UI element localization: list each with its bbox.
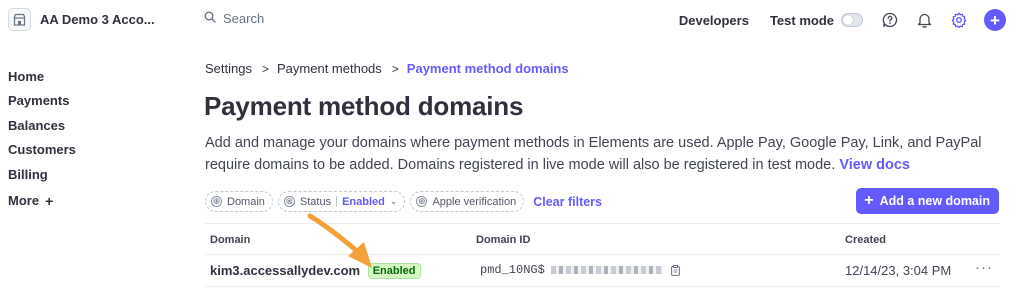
page-title: Payment method domains <box>204 91 524 121</box>
view-docs-link[interactable]: View docs <box>839 157 910 173</box>
column-header-domain-id[interactable]: Domain ID <box>476 234 530 246</box>
add-new-domain-label: Add a new domain <box>879 194 990 208</box>
more-actions-icon[interactable]: ··· <box>975 259 993 276</box>
add-filter-icon: ⊕ <box>416 196 428 207</box>
breadcrumb: Settings > Payment methods > Payment met… <box>205 61 569 76</box>
help-icon[interactable] <box>882 12 898 28</box>
top-actions: Developers Test mode + <box>679 8 1006 32</box>
filter-apple-label: Apple verification <box>432 195 517 208</box>
developers-link[interactable]: Developers <box>679 13 749 28</box>
domain-id-value: pmd_10NG$ <box>480 263 545 277</box>
column-header-created[interactable]: Created <box>845 234 886 246</box>
clipboard-icon[interactable] <box>670 264 680 276</box>
sidebar-nav: Home Payments Balances Customers Billing… <box>8 67 76 213</box>
filter-divider <box>336 196 338 207</box>
search-placeholder: Search <box>223 11 265 26</box>
redacted-text <box>550 266 663 274</box>
chevron-right-icon: > <box>261 61 269 76</box>
filter-status[interactable]: ⊗ Status Enabled ⌄ <box>277 191 406 212</box>
filter-domain-label: Domain <box>227 195 265 208</box>
chevron-down-icon: ⌄ <box>389 196 398 206</box>
breadcrumb-settings[interactable]: Settings <box>205 61 252 76</box>
add-filter-icon: ⊕ <box>211 196 222 207</box>
sidebar-item-customers[interactable]: Customers <box>8 140 76 164</box>
gear-icon[interactable] <box>951 12 967 28</box>
column-header-domain[interactable]: Domain <box>210 234 250 246</box>
filter-apple-verification[interactable]: ⊕ Apple verification <box>410 191 525 212</box>
remove-filter-icon[interactable]: ⊗ <box>283 196 295 207</box>
sidebar-item-more-label: More <box>8 193 40 209</box>
filter-status-value: Enabled <box>342 195 385 208</box>
bell-icon[interactable] <box>917 12 932 28</box>
test-mode-toggle-group: Test mode <box>770 13 863 28</box>
add-new-domain-button[interactable]: + Add a new domain <box>856 188 999 214</box>
annotation-arrow-icon <box>307 213 372 268</box>
clear-filters-button[interactable]: Clear filters <box>533 195 602 209</box>
chevron-right-icon: > <box>391 61 399 76</box>
breadcrumb-current[interactable]: Payment method domains <box>407 61 569 76</box>
sidebar-item-home[interactable]: Home <box>8 67 76 91</box>
test-mode-label: Test mode <box>769 12 834 28</box>
filter-status-label: Status <box>299 195 332 208</box>
filter-bar: ⊕ Domain ⊗ Status Enabled ⌄ ⊕ Apple veri… <box>205 191 602 212</box>
page-description: Add and manage your domains where paymen… <box>205 132 1005 176</box>
sidebar-item-balances[interactable]: Balances <box>8 116 76 140</box>
search-icon <box>204 11 216 26</box>
search-bar[interactable]: Search <box>204 11 264 26</box>
sidebar-item-billing[interactable]: Billing <box>8 165 76 189</box>
plus-icon: + <box>45 193 54 210</box>
create-plus-icon[interactable]: + <box>984 9 1006 31</box>
toggle-knob <box>843 15 853 25</box>
test-mode-toggle[interactable] <box>841 13 863 27</box>
filter-domain[interactable]: ⊕ Domain <box>205 191 273 212</box>
breadcrumb-payment-methods[interactable]: Payment methods <box>277 61 382 76</box>
account-name: AA Demo 3 Acco... <box>40 12 155 27</box>
sidebar-item-payments[interactable]: Payments <box>8 91 76 115</box>
created-date: 12/14/23, 3:04 PM <box>845 263 952 278</box>
plus-icon: + <box>864 192 874 209</box>
store-icon <box>8 8 31 31</box>
account-switcher[interactable]: AA Demo 3 Acco... <box>8 8 155 31</box>
sidebar: AA Demo 3 Acco... Home Payments Balances… <box>0 0 175 305</box>
sidebar-item-more[interactable]: More + <box>8 189 76 213</box>
domain-id-cell: pmd_10NG$ <box>480 263 680 277</box>
